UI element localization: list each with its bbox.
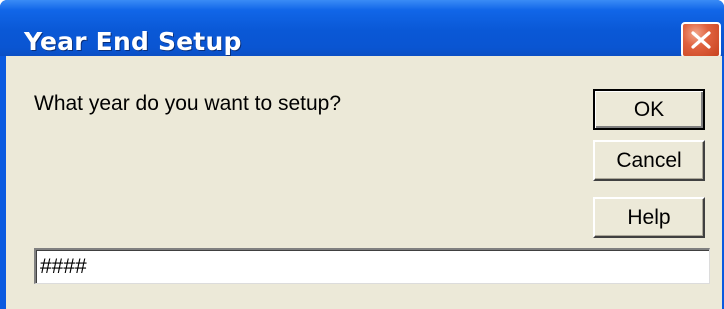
dialog-window: Year End Setup What year do you want to …: [0, 0, 724, 309]
year-input[interactable]: [34, 248, 710, 284]
ok-button[interactable]: OK: [593, 89, 705, 130]
prompt-label: What year do you want to setup?: [34, 92, 342, 115]
help-button[interactable]: Help: [593, 197, 705, 238]
close-button[interactable]: [681, 22, 721, 58]
cancel-button[interactable]: Cancel: [593, 140, 705, 181]
window-title: Year End Setup: [24, 27, 242, 56]
close-icon: [691, 31, 711, 49]
title-bar[interactable]: Year End Setup: [0, 0, 724, 58]
dialog-body: What year do you want to setup? OK Cance…: [6, 56, 722, 309]
